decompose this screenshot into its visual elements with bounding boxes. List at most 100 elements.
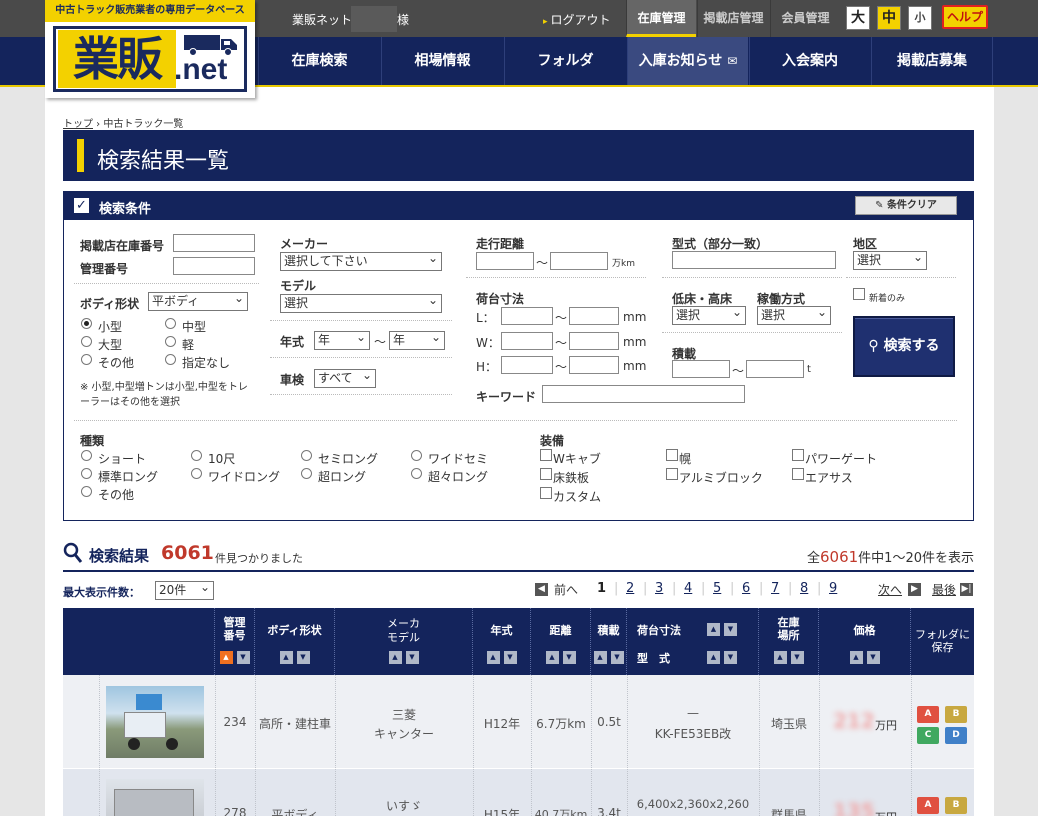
bed-length-from[interactable] <box>501 307 553 325</box>
help-button[interactable]: ヘルプ <box>942 5 988 29</box>
size-radio-other[interactable] <box>81 354 92 365</box>
sort-asc-icon[interactable]: ▲ <box>707 623 720 636</box>
kind-radio-wide-long[interactable] <box>191 468 202 479</box>
page-link[interactable]: 2 <box>626 581 634 596</box>
last-link[interactable]: 最後 <box>932 581 956 598</box>
kind-radio-other[interactable] <box>81 486 92 497</box>
tab-member-management[interactable]: 会員管理 <box>770 0 840 37</box>
breadcrumb-home[interactable]: トップ <box>63 119 93 130</box>
nav-folder[interactable]: フォルダ <box>504 37 626 85</box>
sort-desc-icon[interactable]: ▼ <box>610 651 624 664</box>
region-select[interactable]: 選択 <box>853 249 927 270</box>
nav-stock-search[interactable]: 在庫検索 <box>258 37 380 85</box>
logout-link[interactable]: ログアウト <box>543 11 611 28</box>
prev-link[interactable]: 前へ <box>554 581 578 598</box>
sort-asc-icon[interactable]: ▲ <box>707 651 720 664</box>
body-shape-select[interactable]: 平ボディ <box>148 290 248 311</box>
equip-checkbox-custom[interactable] <box>540 487 552 499</box>
inspection-select[interactable]: すべて <box>314 367 376 388</box>
kind-radio-10shaku[interactable] <box>191 450 202 461</box>
kind-radio-standard-long[interactable] <box>81 468 92 479</box>
folder-c-icon[interactable]: C <box>917 727 939 744</box>
prev-arrow-icon[interactable]: ◀ <box>535 583 548 596</box>
table-row[interactable]: 278 平ボディ いすゞ H15年 40.7万km 3.4t 6,400x2,3… <box>63 769 974 816</box>
nav-market-info[interactable]: 相場情報 <box>381 37 503 85</box>
nav-arrival-notice[interactable]: 入庫お知らせ ✉ <box>627 37 748 85</box>
sort-desc-icon[interactable]: ▼ <box>790 651 804 664</box>
bed-height-to[interactable] <box>569 356 619 374</box>
equip-checkbox-hood[interactable] <box>666 449 678 461</box>
load-from-input[interactable] <box>672 360 730 378</box>
font-size-small-button[interactable]: 小 <box>908 6 932 30</box>
floor-select[interactable]: 選択 <box>672 304 746 325</box>
equip-checkbox-powergate[interactable] <box>792 449 804 461</box>
sort-desc-icon[interactable]: ▼ <box>562 651 576 664</box>
folder-a-icon[interactable]: A <box>917 797 939 814</box>
size-radio-none[interactable] <box>165 354 176 365</box>
page-link[interactable]: 3 <box>655 581 663 596</box>
tab-dealer-management[interactable]: 掲載店管理 <box>697 0 769 37</box>
kind-radio-semilong[interactable] <box>301 450 312 461</box>
bed-length-to[interactable] <box>569 307 619 325</box>
font-size-medium-button[interactable]: 中 <box>877 6 901 30</box>
bed-width-from[interactable] <box>501 332 553 350</box>
sort-asc-icon[interactable]: ▲ <box>849 651 863 664</box>
size-radio-small[interactable] <box>81 318 92 329</box>
size-radio-medium[interactable] <box>165 318 176 329</box>
sort-desc-icon[interactable]: ▼ <box>724 623 737 636</box>
sort-asc-icon[interactable]: ▲ <box>219 651 233 664</box>
sort-asc-icon[interactable]: ▲ <box>486 651 500 664</box>
site-logo[interactable]: 中古トラック販売業者の専用データベース 業販 .net <box>45 0 255 98</box>
equip-checkbox-airsus[interactable] <box>792 468 804 480</box>
font-size-large-button[interactable]: 大 <box>846 6 870 30</box>
vehicle-photo[interactable] <box>106 779 204 816</box>
folder-b-icon[interactable]: B <box>945 797 967 814</box>
page-link[interactable]: 7 <box>771 581 779 596</box>
drive-select[interactable]: 選択 <box>757 304 831 325</box>
page-link[interactable]: 9 <box>829 581 837 596</box>
sort-asc-icon[interactable]: ▲ <box>545 651 559 664</box>
keyword-input[interactable] <box>542 385 745 403</box>
sort-desc-icon[interactable]: ▼ <box>866 651 880 664</box>
sort-asc-icon[interactable]: ▲ <box>593 651 607 664</box>
nav-membership[interactable]: 入会案内 <box>749 37 870 85</box>
sort-asc-icon[interactable]: ▲ <box>773 651 787 664</box>
equip-checkbox-wcab[interactable] <box>540 449 552 461</box>
sort-desc-icon[interactable]: ▼ <box>405 651 419 664</box>
tab-stock-management[interactable]: 在庫管理 <box>626 0 696 37</box>
folder-a-icon[interactable]: A <box>917 706 939 723</box>
sort-asc-icon[interactable]: ▲ <box>388 651 402 664</box>
page-link[interactable]: 8 <box>800 581 808 596</box>
nav-dealer-recruit[interactable]: 掲載店募集 <box>871 37 993 85</box>
next-arrow-icon[interactable]: ▶ <box>908 583 921 596</box>
mileage-to-input[interactable] <box>550 252 608 270</box>
next-link[interactable]: 次へ <box>878 581 902 598</box>
clear-conditions-button[interactable]: ✎ 条件クリア <box>855 196 957 215</box>
size-radio-kei[interactable] <box>165 336 176 347</box>
model-select[interactable]: 選択 <box>280 292 442 313</box>
mgmt-no-input[interactable] <box>173 257 255 275</box>
kind-radio-ultra-long[interactable] <box>411 468 422 479</box>
mileage-from-input[interactable] <box>476 252 534 270</box>
year-from-select[interactable]: 年 <box>314 329 370 350</box>
load-to-input[interactable] <box>746 360 804 378</box>
per-page-select[interactable]: 20件 <box>155 579 214 600</box>
folder-d-icon[interactable]: D <box>945 727 967 744</box>
page-link[interactable]: 4 <box>684 581 692 596</box>
sort-desc-icon[interactable]: ▼ <box>296 651 310 664</box>
vehicle-photo[interactable] <box>106 686 204 758</box>
kind-radio-widesemi[interactable] <box>411 450 422 461</box>
year-to-select[interactable]: 年 <box>389 329 445 350</box>
bed-height-from[interactable] <box>501 356 553 374</box>
equip-checkbox-aluminum[interactable] <box>666 468 678 480</box>
search-button[interactable]: ⚲ 検索する <box>853 316 955 377</box>
sort-desc-icon[interactable]: ▼ <box>503 651 517 664</box>
kind-radio-super-long[interactable] <box>301 468 312 479</box>
page-link[interactable]: 5 <box>713 581 721 596</box>
table-row[interactable]: 234 高所・建柱車 三菱 キャンター H12年 6.7万km 0.5t — K… <box>63 675 974 768</box>
new-only-checkbox[interactable] <box>853 288 865 300</box>
sort-desc-icon[interactable]: ▼ <box>724 651 737 664</box>
folder-b-icon[interactable]: B <box>945 706 967 723</box>
equip-checkbox-steel-floor[interactable] <box>540 468 552 480</box>
type-input[interactable] <box>672 251 836 269</box>
